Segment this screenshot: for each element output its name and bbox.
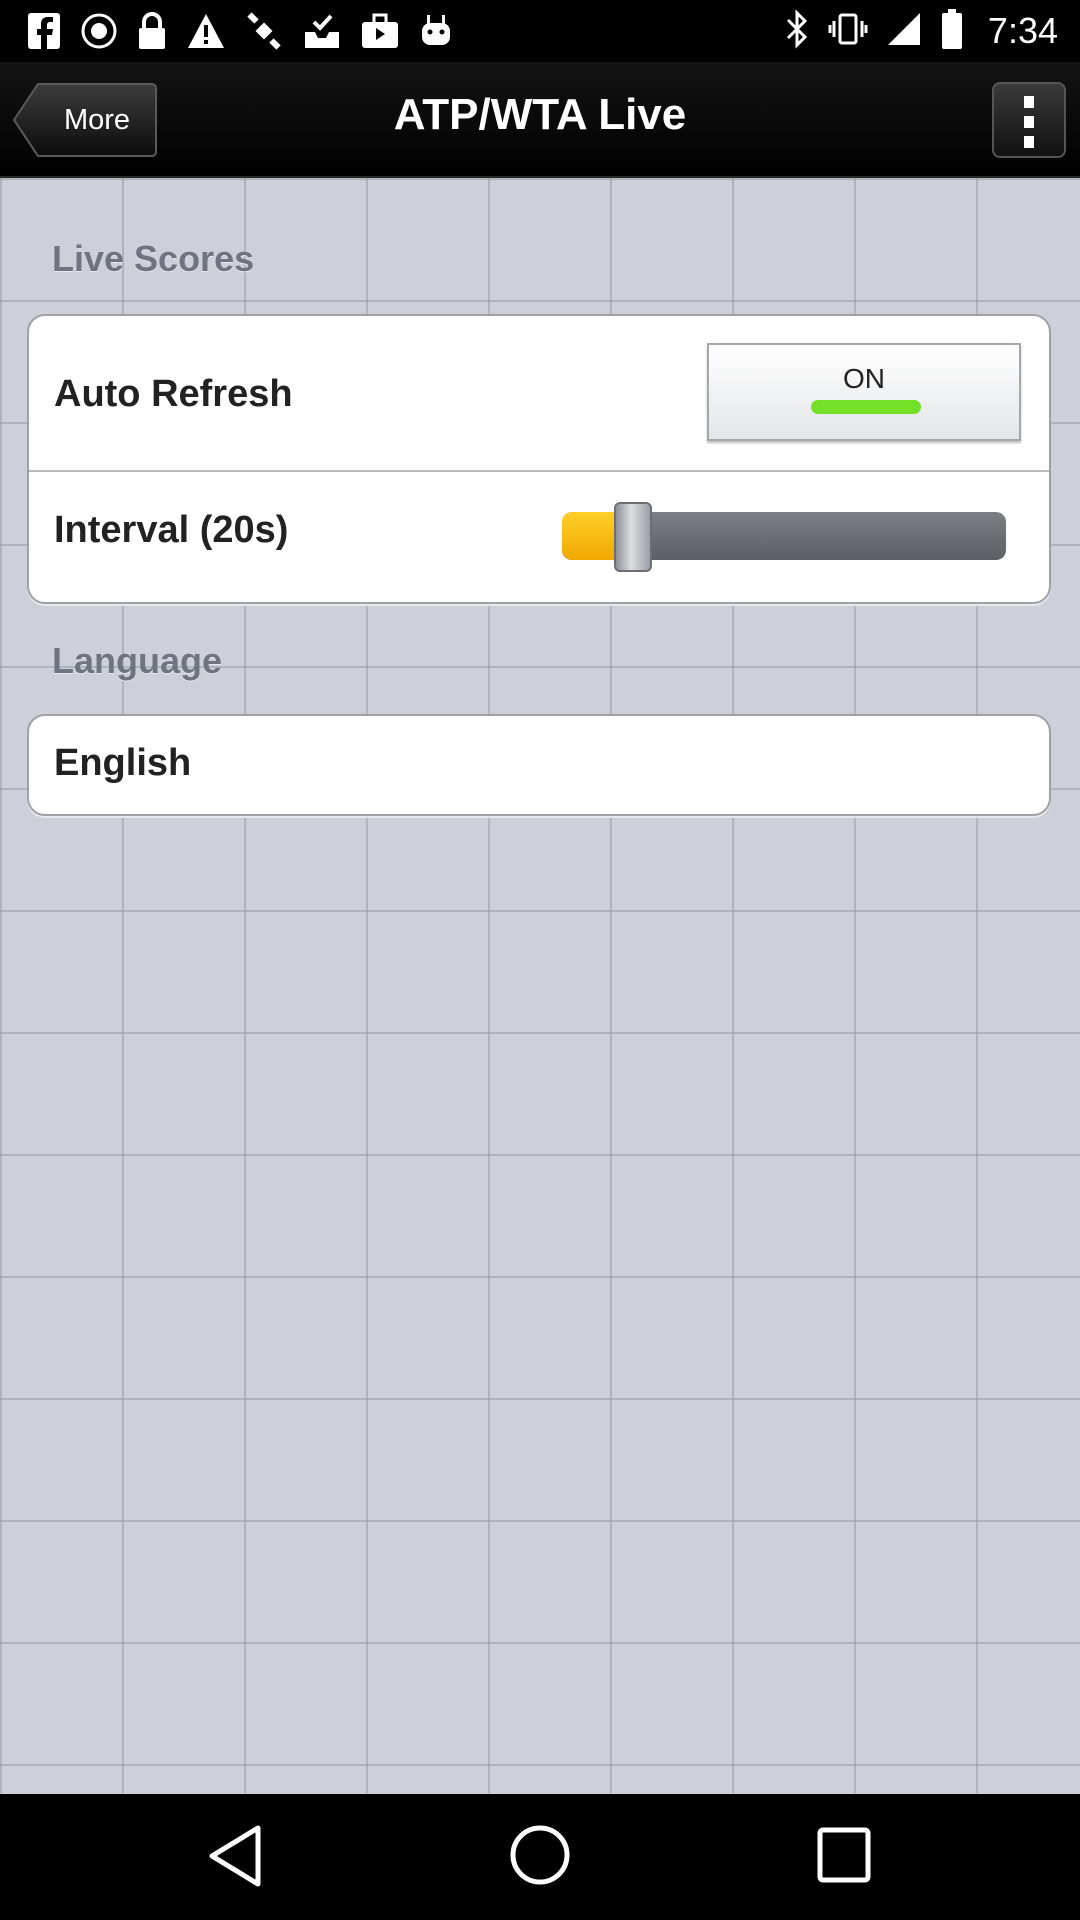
status-bar: 7:34 [0,0,1080,62]
back-button-label: More [63,104,131,136]
language-value: English [54,742,192,784]
page-title: ATP/WTA Live [393,90,687,139]
interval-label: Interval (20s) [54,509,289,551]
navigation-bar [0,1794,1080,1920]
more-back-button[interactable]: More [12,82,158,158]
check-tray-icon [302,12,342,50]
battery-icon [940,8,964,55]
back-triangle-icon[interactable] [206,1824,266,1893]
notification-icons [26,8,454,54]
android-icon [418,13,454,49]
toggle-on-indicator [811,400,921,414]
interval-slider-thumb[interactable] [613,502,652,572]
home-circle-icon[interactable] [508,1822,572,1893]
toggle-state-label: ON [843,363,885,394]
vibrate-icon [828,9,868,54]
auto-refresh-row: Auto Refresh ON [29,316,1049,470]
status-time: 7:34 [987,10,1058,51]
overflow-menu-button[interactable] [992,82,1066,158]
live-scores-card: Auto Refresh ON Interval (20s) [27,314,1051,604]
title-bar: More ATP/WTA Live [0,62,1080,178]
settings-content[interactable]: Live Scores Auto Refresh ON Interval (20… [0,178,1080,1794]
warning-icon [186,12,226,50]
bluetooth-icon [784,8,810,54]
auto-refresh-toggle[interactable]: ON [707,343,1021,441]
language-selector[interactable]: English [27,714,1051,816]
interval-slider-track[interactable] [562,502,1006,572]
signal-icon [886,11,922,52]
satellite-icon [244,11,284,51]
recents-square-icon[interactable] [816,1826,872,1889]
record-icon [80,12,118,50]
auto-refresh-label: Auto Refresh [54,373,293,415]
system-status: 7:34 [784,8,1058,54]
section-header-language: Language [52,640,223,681]
section-header-live-scores: Live Scores [52,238,255,279]
interval-row: Interval (20s) [29,472,1049,602]
lock-icon [136,11,168,51]
facebook-icon [26,11,62,51]
briefcase-icon [360,12,400,50]
